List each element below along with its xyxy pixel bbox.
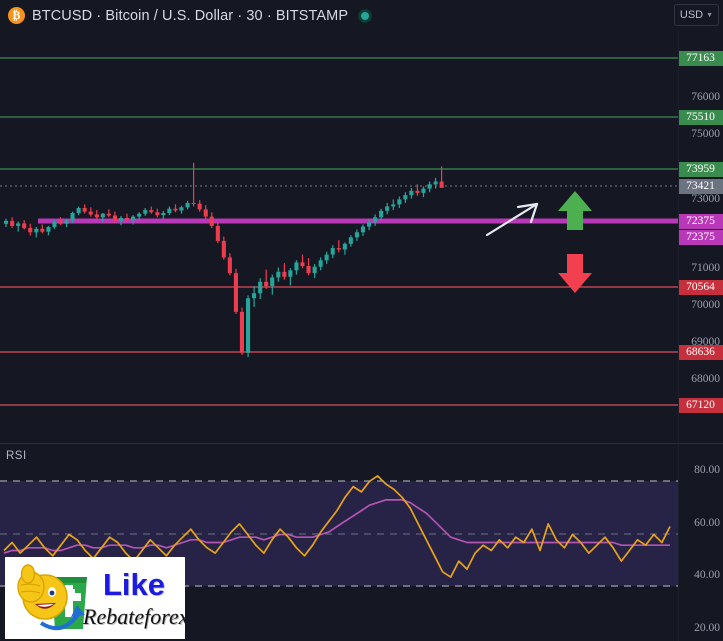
watermark-line-2: Rebateforex [83, 604, 185, 629]
rsi-tick-label: 20.00 [694, 622, 720, 634]
bitcoin-icon: ₿ [8, 7, 25, 24]
price-tick-label: 71000 [691, 262, 720, 274]
rebateforex-watermark: Like Rebateforex [5, 557, 185, 639]
chart-header: ₿ BTCUSD · Bitcoin / U.S. Dollar · 30 · … [0, 0, 723, 31]
rsi-scale[interactable]: 80.00 60.00 40.00 20.00 [678, 444, 723, 641]
price-pane-background [0, 31, 678, 443]
chevron-down-icon: ▼ [706, 11, 714, 19]
price-chart-svg [0, 31, 678, 443]
rsi-tick-label: 60.00 [694, 517, 720, 529]
price-scale[interactable]: 76000 75000 73000 71000 70000 69000 6800… [678, 31, 723, 443]
symbol-title[interactable]: BTCUSD · Bitcoin / U.S. Dollar · 30 · BI… [32, 8, 348, 24]
price-tag-support[interactable]: 70564 [678, 280, 723, 295]
currency-label: USD [679, 9, 704, 21]
price-tick-label: 70000 [691, 299, 720, 311]
price-tag-resistance[interactable]: 77163 [678, 51, 723, 66]
price-chart-pane[interactable] [0, 31, 678, 443]
price-tag-support[interactable]: 72375 [678, 214, 723, 229]
tradingview-chart-screenshot: ₿ BTCUSD · Bitcoin / U.S. Dollar · 30 · … [0, 0, 723, 641]
price-tag-resistance[interactable]: 73959 [678, 162, 723, 177]
thumbs-up-hand [17, 564, 45, 603]
price-tick-label: 75000 [691, 128, 720, 140]
price-tick-label: 68000 [691, 373, 720, 385]
rsi-tick-label: 80.00 [694, 464, 720, 476]
price-tag-resistance[interactable]: 75510 [678, 110, 723, 125]
rsi-title-label[interactable]: RSI [6, 450, 27, 462]
rsi-tick-label: 40.00 [694, 569, 720, 581]
price-tag-support[interactable]: 68636 [678, 345, 723, 360]
price-tag-support[interactable]: 72375 [678, 230, 723, 245]
price-tag-support[interactable]: 67120 [678, 398, 723, 413]
market-status-dot [358, 8, 373, 23]
price-tick-label: 73000 [691, 193, 720, 205]
watermark-line-1: Like [103, 567, 166, 602]
currency-selector[interactable]: USD ▼ [674, 4, 719, 26]
price-tick-label: 76000 [691, 91, 720, 103]
price-tag-last-price[interactable]: 73421 [678, 179, 723, 194]
